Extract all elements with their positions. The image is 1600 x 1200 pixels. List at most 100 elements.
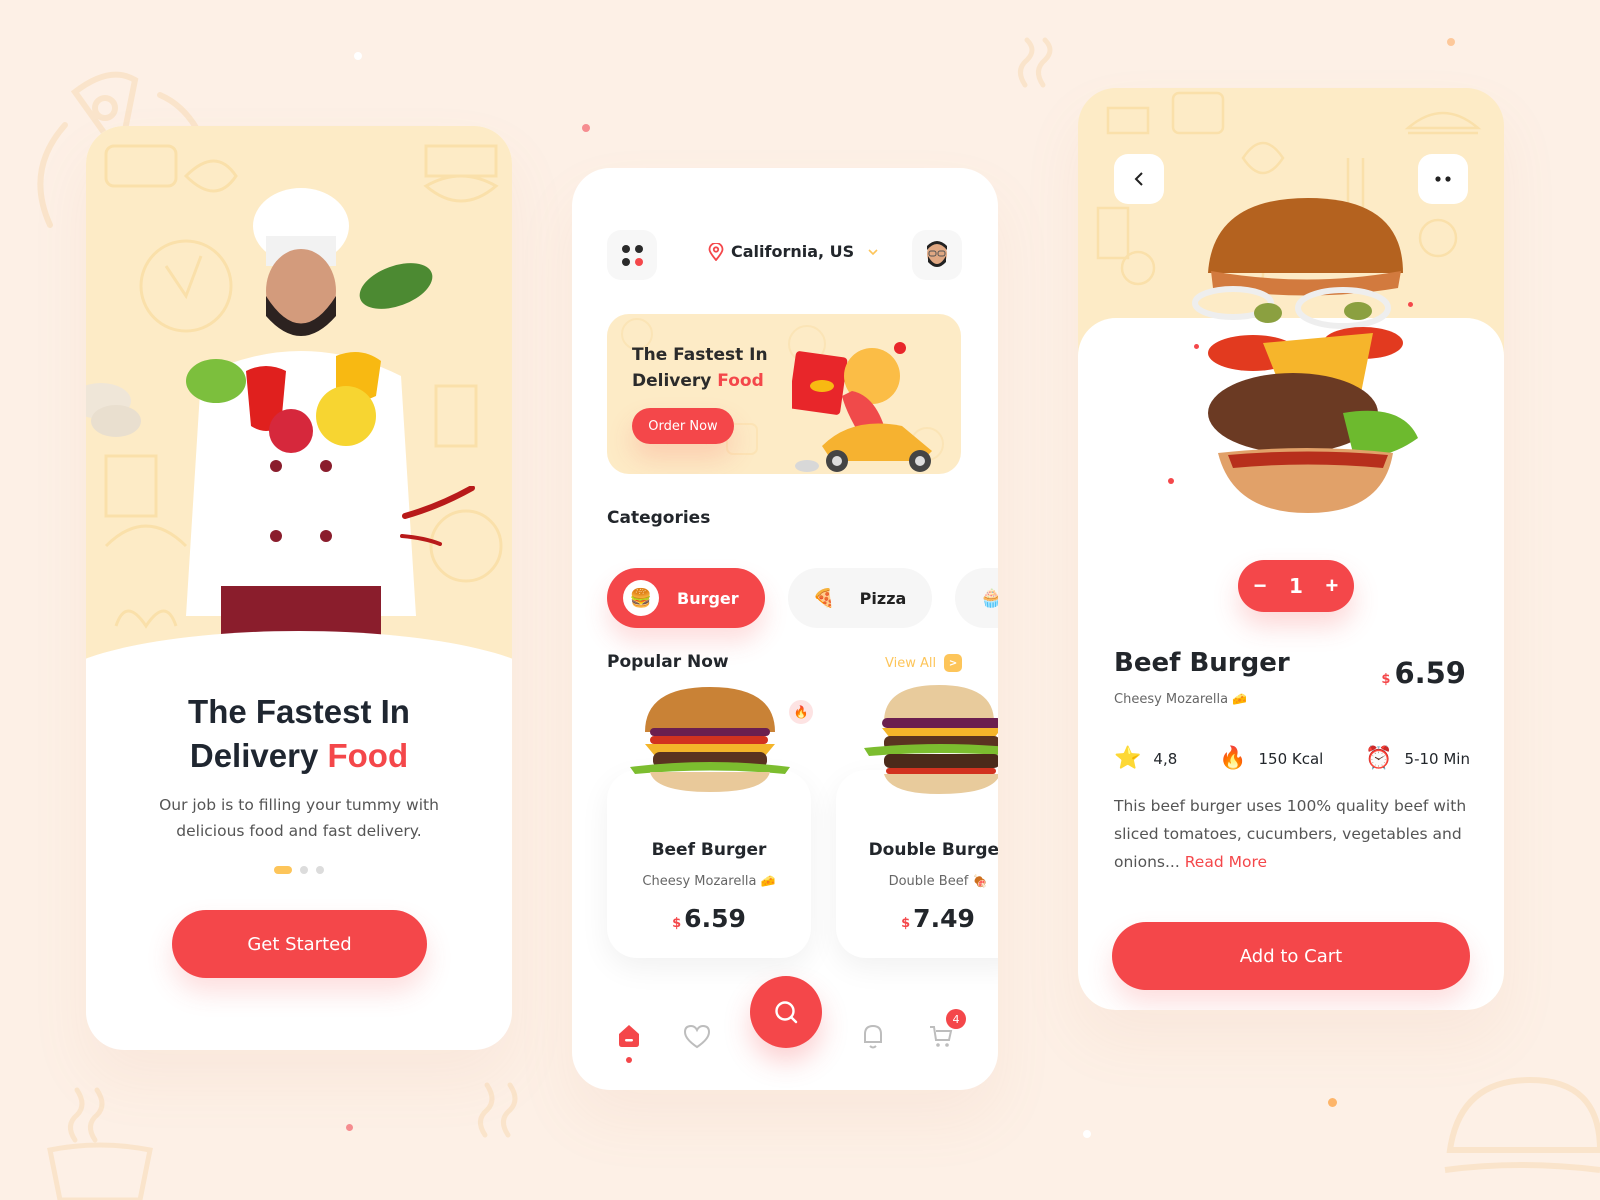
currency-symbol: $ (901, 916, 911, 931)
price-value: 6.59 (1394, 656, 1466, 690)
food-card[interactable]: Beef Burger Cheesy Mozarella 🧀 $6.59 (607, 687, 811, 958)
cupcake-icon: 🧁 (980, 587, 998, 609)
food-price: $7.49 (836, 904, 998, 933)
more-dots-icon (1435, 176, 1451, 182)
increase-quantity-button[interactable]: + (1317, 573, 1347, 599)
hero-image-area (86, 126, 512, 686)
bottom-navigation: 4 (572, 976, 998, 1086)
banner-title: The Fastest In Delivery Food (632, 342, 768, 394)
food-card[interactable]: Double Burger Double Beef 🍖 $7.49 (836, 685, 998, 958)
banner-title-line-1: The Fastest In (632, 345, 768, 365)
popular-now-title: Popular Now (607, 652, 729, 672)
product-price: $6.59 (1381, 656, 1466, 690)
promo-banner[interactable]: The Fastest In Delivery Food Order Now (607, 314, 961, 474)
calories-value: 150 Kcal (1258, 749, 1324, 768)
delivery-scooter-illustration (792, 342, 932, 472)
decor-dot (582, 124, 590, 132)
get-started-button[interactable]: Get Started (172, 910, 427, 978)
price-value: 6.59 (684, 904, 746, 933)
decrease-quantity-button[interactable]: − (1245, 573, 1275, 599)
rating-stat: ⭐ 4,8 (1114, 746, 1177, 771)
beef-burger-image (630, 687, 790, 792)
cheese-icon: 🧀 (760, 874, 776, 888)
time-value: 5-10 Min (1404, 749, 1470, 768)
decor-dot (1447, 38, 1455, 46)
food-name: Double Burger (868, 840, 998, 860)
heart-icon (683, 1024, 711, 1049)
pizza-icon: 🍕 (812, 587, 835, 609)
fire-icon: 🔥 (789, 700, 813, 724)
banner-title-line-2: Delivery (632, 371, 718, 391)
grid-dots-icon (621, 244, 643, 266)
onboarding-title: The Fastest In Delivery Food (86, 690, 512, 778)
food-subtitle: Cheesy Mozarella 🧀 (607, 874, 811, 889)
active-indicator (626, 1057, 632, 1063)
burger-icon: 🍔 (623, 580, 659, 616)
home-screen: California, US The Fastest In Delivery F… (572, 168, 998, 1090)
steam-doodle-icon (1018, 37, 1053, 88)
category-burger[interactable]: 🍔 Burger (607, 568, 765, 628)
onboarding-subtitle: Our job is to filling your tummy with de… (159, 796, 439, 840)
chevron-right-icon: > (944, 654, 963, 672)
back-button[interactable] (1114, 154, 1164, 204)
location-selector[interactable]: California, US (708, 242, 879, 261)
alarm-clock-icon: ⏰ (1365, 746, 1393, 771)
product-description: This beef burger uses 100% quality beef … (1114, 792, 1474, 876)
product-subtitle-text: Cheesy Mozarella (1114, 692, 1229, 707)
map-pin-icon (708, 242, 724, 261)
decor-dot (1194, 344, 1199, 349)
category-pizza[interactable]: 🍕 Pizza (787, 568, 933, 628)
page-dot[interactable] (300, 866, 308, 874)
category-label: Burger (677, 588, 739, 608)
star-icon: ⭐ (1114, 746, 1142, 771)
view-all-label: View All (885, 655, 937, 671)
decor-dot (1168, 478, 1174, 484)
nav-cart[interactable]: 4 (926, 1009, 966, 1051)
read-more-link[interactable]: Read More (1185, 853, 1267, 871)
double-burger-image (864, 685, 998, 794)
bell-icon (864, 1024, 882, 1049)
decor-dot (1408, 302, 1413, 307)
order-now-button[interactable]: Order Now (632, 408, 734, 444)
title-line-1: The Fastest In (188, 693, 410, 730)
price-value: 7.49 (913, 904, 975, 933)
food-subtitle-text: Double Beef (888, 874, 969, 889)
categories-title: Categories (607, 508, 711, 528)
search-button[interactable] (750, 976, 822, 1048)
chevron-down-icon (868, 248, 878, 255)
product-subtitle: Cheesy Mozarella 🧀 (1114, 692, 1247, 707)
category-dessert[interactable]: 🧁 (955, 568, 998, 628)
title-accent-word: Food (327, 737, 409, 774)
user-avatar (927, 241, 947, 267)
menu-button[interactable] (607, 230, 657, 280)
add-to-cart-button[interactable]: Add to Cart (1112, 922, 1470, 990)
product-detail-screen: − 1 + Beef Burger Cheesy Mozarella 🧀 $6.… (1078, 88, 1504, 1010)
chevron-left-icon (1134, 172, 1143, 186)
nav-favorites[interactable] (682, 1021, 712, 1051)
page-dot-active[interactable] (274, 866, 292, 874)
category-list: 🍔 Burger 🍕 Pizza 🧁 (607, 568, 998, 628)
page-dot[interactable] (316, 866, 324, 874)
quantity-stepper[interactable]: − 1 + (1238, 560, 1354, 612)
location-label: California, US (731, 242, 855, 261)
bowl-doodle-icon (47, 1142, 153, 1200)
title-line-2: Delivery (189, 737, 328, 774)
view-all-link[interactable]: View All > (885, 654, 963, 672)
profile-button[interactable] (912, 230, 962, 280)
cart-badge: 4 (946, 1009, 966, 1029)
cheese-icon: 🧀 (1232, 692, 1248, 706)
meat-icon: 🍖 (972, 874, 988, 888)
nav-notifications[interactable] (858, 1021, 888, 1051)
food-subtitle-text: Cheesy Mozarella (642, 874, 757, 889)
calories-stat: 🔥 150 Kcal (1219, 746, 1323, 771)
category-label: Pizza (859, 588, 907, 608)
product-name: Beef Burger (1114, 648, 1290, 678)
food-subtitle: Double Beef 🍖 (836, 874, 998, 889)
chili-illustration (400, 486, 475, 546)
description-text: This beef burger uses 100% quality beef … (1114, 797, 1467, 871)
decor-dot (1083, 1130, 1091, 1138)
exploded-burger-image (1192, 198, 1418, 513)
chef-illustration (186, 188, 433, 636)
mushroom-illustration (86, 383, 141, 437)
nav-home[interactable] (614, 1021, 644, 1063)
